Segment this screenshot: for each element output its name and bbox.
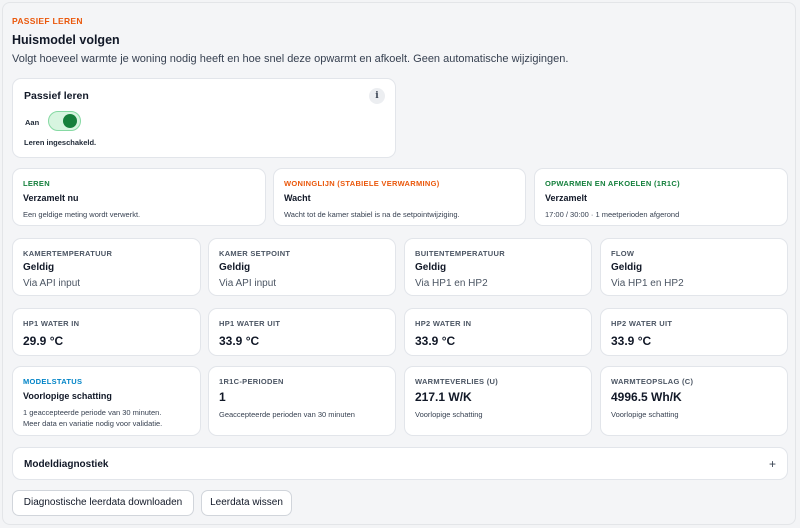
- sensor-card-value: Geldig: [415, 262, 447, 273]
- temp-card-hp1-water-out: HP1 WATER UIT 33.9 °C: [208, 308, 396, 356]
- status-card-house-line: WONINGLIJN (STABIELE VERWARMING) Wacht W…: [273, 168, 526, 226]
- model-card-periods: 1R1C-PERIODEN 1 Geaccepteerde perioden v…: [208, 366, 396, 436]
- temp-card-hp2-water-in: HP2 WATER IN 33.9 °C: [404, 308, 592, 356]
- model-card-status: MODELSTATUS Voorlopige schatting 1 geacc…: [12, 366, 201, 436]
- sensor-card-value: Geldig: [23, 262, 55, 273]
- model-diagnostics-accordion[interactable]: Modeldiagnostiek +: [12, 447, 788, 480]
- status-card-eyebrow: WONINGLIJN (STABIELE VERWARMING): [284, 179, 440, 188]
- model-card-eyebrow: WARMTEVERLIES (U): [415, 377, 499, 386]
- status-card-value: Wacht: [284, 193, 311, 203]
- status-card-subtext: Een geldige meting wordt verwerkt.: [23, 210, 141, 219]
- toggle-status-text: Leren ingeschakeld.: [24, 138, 97, 147]
- model-card-heat-loss: WARMTEVERLIES (U) 217.1 W/K Voorlopige s…: [404, 366, 592, 436]
- model-card-subtext: Voorlopige schatting: [611, 410, 679, 419]
- temp-card-eyebrow: HP2 WATER IN: [415, 319, 472, 328]
- passive-learning-toggle-card: Passief leren i Aan Leren ingeschakeld.: [12, 78, 396, 158]
- toggle-label: Aan: [25, 118, 40, 127]
- passive-learning-toggle[interactable]: [48, 111, 81, 131]
- clear-learning-data-button[interactable]: Leerdata wissen: [201, 490, 292, 516]
- model-diagnostics-title: Modeldiagnostiek: [24, 459, 109, 470]
- sensor-card-room-temperature: KAMERTEMPERATUUR Geldig Via API input: [12, 238, 201, 296]
- temp-card-value: 29.9 °C: [23, 334, 64, 348]
- model-card-eyebrow: MODELSTATUS: [23, 377, 83, 386]
- sensor-card-eyebrow: KAMER SETPOINT: [219, 249, 291, 258]
- model-card-heat-storage: WARMTEOPSLAG (C) 4996.5 Wh/K Voorlopige …: [600, 366, 788, 436]
- status-card-heat-cool: OPWARMEN EN AFKOELEN (1R1C) Verzamelt 17…: [534, 168, 788, 226]
- model-card-value: 1: [219, 390, 226, 404]
- model-card-subtext-line: 1 geaccepteerde periode van 30 minuten.: [23, 408, 162, 417]
- status-card-eyebrow: LEREN: [23, 179, 50, 188]
- model-card-subtext-line: Meer data en variatie nodig voor validat…: [23, 419, 163, 428]
- sensor-card-source: Via HP1 en HP2: [611, 278, 684, 289]
- temp-card-hp1-water-in: HP1 WATER IN 29.9 °C: [12, 308, 201, 356]
- sensor-card-value: Geldig: [219, 262, 251, 273]
- status-card-eyebrow: OPWARMEN EN AFKOELEN (1R1C): [545, 179, 680, 188]
- toggle-knob: [63, 114, 77, 128]
- sensor-card-eyebrow: KAMERTEMPERATUUR: [23, 249, 113, 258]
- info-icon[interactable]: i: [369, 88, 385, 104]
- sensor-card-source: Via API input: [23, 278, 81, 289]
- section-title: Huismodel volgen: [12, 33, 120, 47]
- temp-card-eyebrow: HP1 WATER UIT: [219, 319, 281, 328]
- expand-icon[interactable]: +: [769, 457, 776, 471]
- model-card-subtext: 1 geaccepteerde periode van 30 minuten. …: [23, 407, 162, 429]
- temp-card-hp2-water-out: HP2 WATER UIT 33.9 °C: [600, 308, 788, 356]
- section-eyebrow: PASSIEF LEREN: [12, 16, 83, 26]
- model-card-value: 4996.5 Wh/K: [611, 390, 682, 404]
- model-card-value: 217.1 W/K: [415, 390, 472, 404]
- download-learning-data-button[interactable]: Diagnostische leerdata downloaden: [12, 490, 194, 516]
- sensor-card-outdoor-temperature: BUITENTEMPERATUUR Geldig Via HP1 en HP2: [404, 238, 592, 296]
- sensor-card-value: Geldig: [611, 262, 643, 273]
- toggle-card-title: Passief leren: [24, 90, 89, 102]
- sensor-card-source: Via HP1 en HP2: [415, 278, 488, 289]
- temp-card-eyebrow: HP2 WATER UIT: [611, 319, 673, 328]
- status-card-subtext: Wacht tot de kamer stabiel is na de setp…: [284, 210, 460, 219]
- sensor-card-eyebrow: BUITENTEMPERATUUR: [415, 249, 505, 258]
- model-card-eyebrow: 1R1C-PERIODEN: [219, 377, 284, 386]
- status-card-value: Verzamelt: [545, 193, 588, 203]
- sensor-card-flow: FLOW Geldig Via HP1 en HP2: [600, 238, 788, 296]
- sensor-card-room-setpoint: KAMER SETPOINT Geldig Via API input: [208, 238, 396, 296]
- status-card-value: Verzamelt nu: [23, 193, 79, 203]
- temp-card-value: 33.9 °C: [415, 334, 456, 348]
- status-card-subtext: 17:00 / 30:00 · 1 meetperioden afgerond: [545, 210, 680, 219]
- temp-card-eyebrow: HP1 WATER IN: [23, 319, 80, 328]
- status-card-learning: LEREN Verzamelt nu Een geldige meting wo…: [12, 168, 266, 226]
- model-card-eyebrow: WARMTEOPSLAG (C): [611, 377, 694, 386]
- model-card-value: Voorlopige schatting: [23, 391, 112, 401]
- section-description: Volgt hoeveel warmte je woning nodig hee…: [12, 53, 569, 65]
- temp-card-value: 33.9 °C: [219, 334, 260, 348]
- sensor-card-source: Via API input: [219, 278, 277, 289]
- model-card-subtext: Geaccepteerde perioden van 30 minuten: [219, 410, 355, 419]
- sensor-card-eyebrow: FLOW: [611, 249, 635, 258]
- temp-card-value: 33.9 °C: [611, 334, 652, 348]
- model-card-subtext: Voorlopige schatting: [415, 410, 483, 419]
